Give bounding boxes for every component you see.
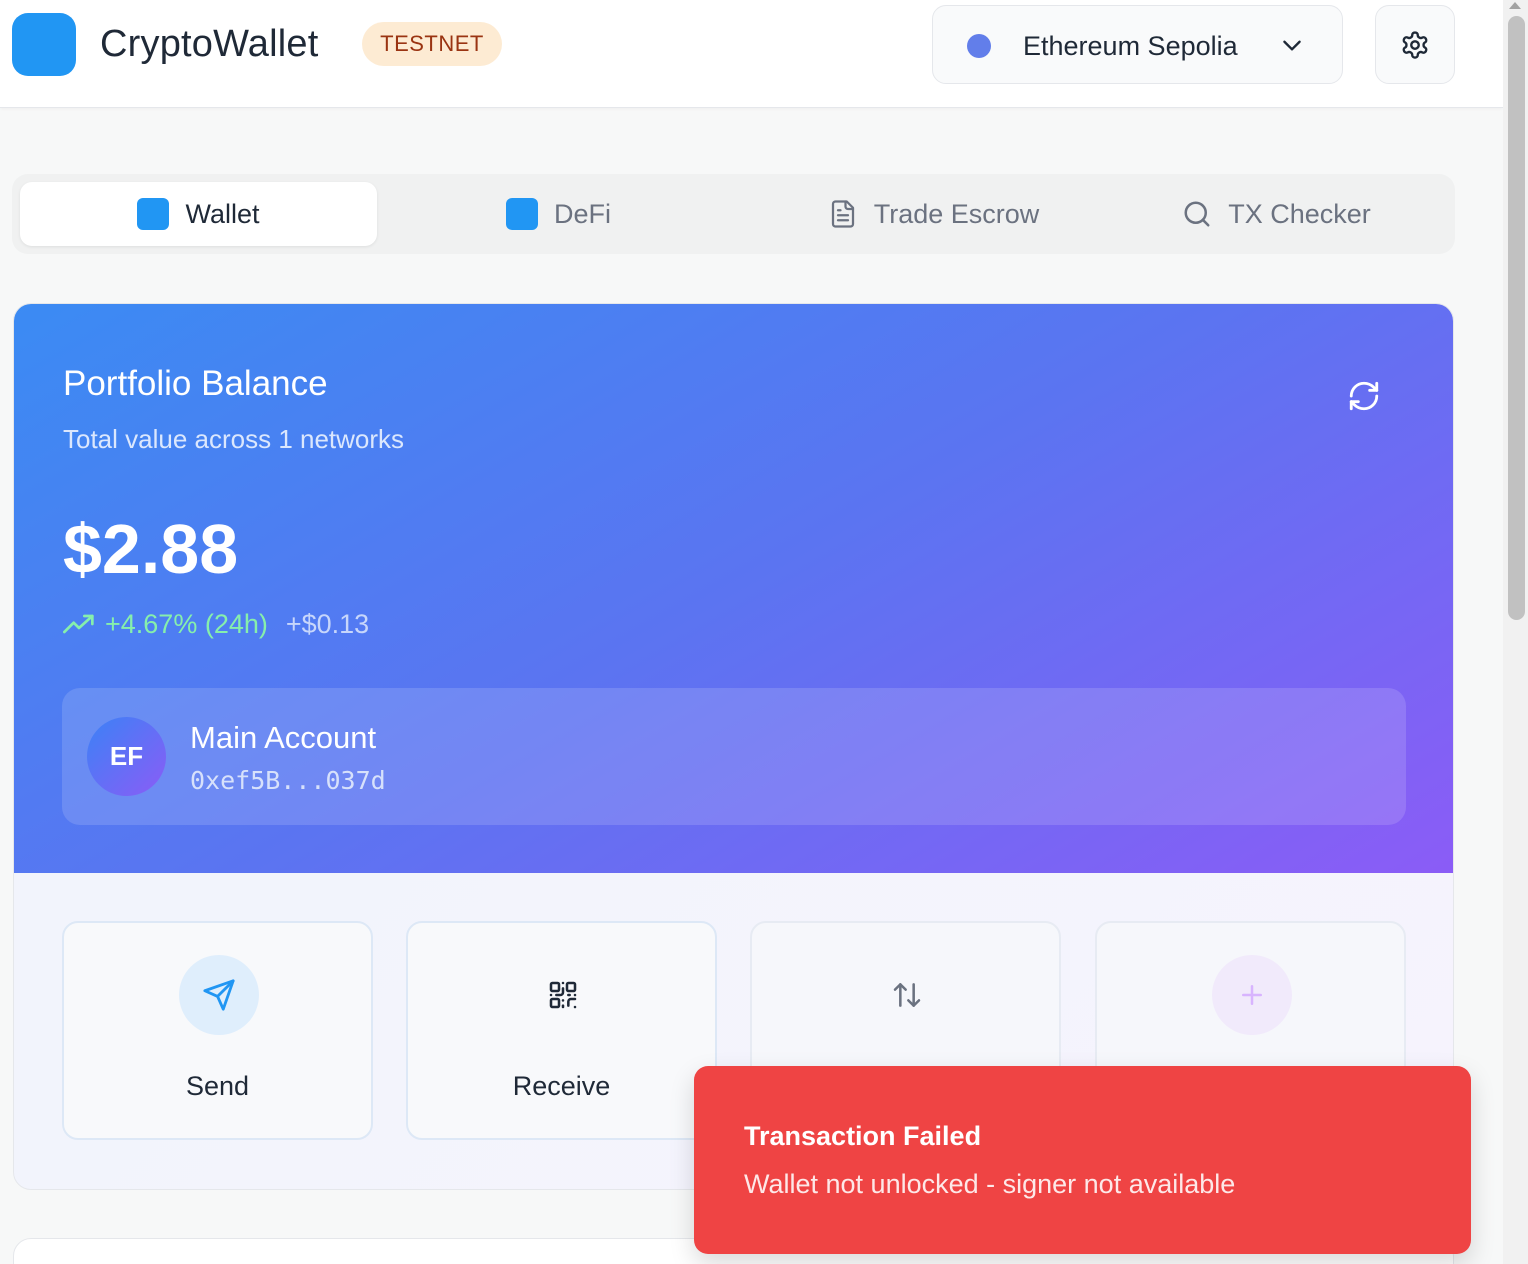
action-label: Send [185,1071,250,1101]
tab-defi[interactable]: DeFi [380,182,737,246]
tab-label: Wallet [185,198,260,229]
send-icon-circle [179,955,259,1035]
portfolio-change: +4.67% (24h) +$0.13 [63,607,369,641]
portfolio-title: Portfolio Balance [63,364,328,403]
plus-icon [1242,985,1262,1005]
network-selector[interactable]: Ethereum Sepolia [932,5,1343,84]
swap-icon-circle [867,955,947,1035]
qr-code-icon [549,981,577,1009]
network-dot-icon [967,34,991,58]
action-label: Receive [512,1071,611,1101]
receive-icon-circle [523,955,603,1035]
tab-label: DeFi [553,198,611,229]
settings-button[interactable] [1375,5,1455,84]
tab-label: Trade Escrow [873,198,1040,229]
gear-icon [1402,30,1428,59]
portfolio-amount: $2.88 [63,510,239,588]
tab-tx-checker[interactable]: TX Checker [1098,182,1455,246]
portfolio-subtitle: Total value across 1 networks [63,424,405,454]
refresh-icon [1349,381,1379,411]
tab-wallet[interactable]: Wallet [20,182,377,246]
tab-trade-escrow[interactable]: Trade Escrow [755,182,1112,246]
page: CryptoWallet TESTNET Ethereum Sepolia Wa… [0,0,1528,1264]
network-label: Ethereum Sepolia [1023,31,1238,61]
toast-message: Wallet not unlocked - signer not availab… [744,1169,1236,1199]
defi-icon [505,198,538,230]
add-icon-circle [1212,955,1292,1035]
change-amount: +$0.13 [285,608,370,639]
scrollbar-thumb[interactable] [1508,16,1525,620]
main-tabs: Wallet DeFi Trade Escrow TX Checker [12,174,1455,254]
chevron-down-icon [1283,40,1301,51]
portfolio-hero: Portfolio Balance Total value across 1 n… [14,304,1453,873]
scroll-up-icon[interactable] [1509,2,1521,9]
testnet-badge: TESTNET [362,22,502,66]
swap-arrows-icon [893,983,921,1007]
receive-button[interactable]: Receive [406,921,717,1140]
send-icon [203,979,235,1011]
app-logo [12,13,76,76]
wallet-icon [137,198,170,230]
tab-label: TX Checker [1228,198,1371,229]
search-icon [1184,201,1210,227]
account-address: 0xef5B...037d [190,766,386,795]
app-title: CryptoWallet [100,23,319,65]
toast-title: Transaction Failed [744,1121,982,1151]
trending-up-icon [63,614,94,634]
refresh-button[interactable] [1340,372,1388,420]
account-card[interactable]: EF Main Account 0xef5B...037d [62,688,1406,825]
portfolio-card: Portfolio Balance Total value across 1 n… [13,303,1454,1190]
error-toast[interactable]: Transaction Failed Wallet not unlocked -… [694,1066,1471,1254]
send-button[interactable]: Send [62,921,373,1140]
change-percent: +4.67% (24h) [105,608,268,639]
app-header: CryptoWallet TESTNET Ethereum Sepolia [0,0,1503,108]
avatar: EF [87,717,166,796]
document-icon [831,200,854,228]
account-name: Main Account [190,720,377,755]
